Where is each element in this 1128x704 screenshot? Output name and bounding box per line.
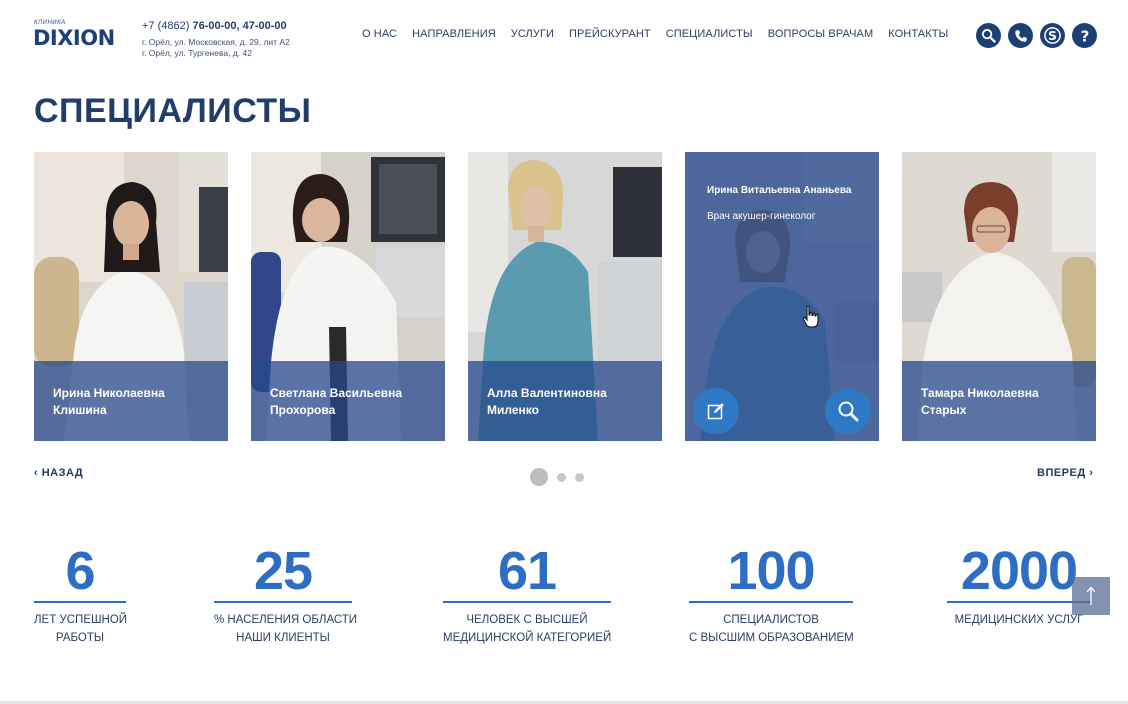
arrow-up-icon xyxy=(1086,586,1096,605)
stat-label: % НАСЕЛЕНИЯ ОБЛАСТИ НАШИ КЛИЕНТЫ xyxy=(214,611,358,647)
skype-icon: S xyxy=(1044,27,1061,44)
hand-cursor-icon xyxy=(802,305,819,328)
card-caption: Алла Валентиновна Миленко xyxy=(468,361,662,441)
phone-button[interactable] xyxy=(1008,23,1033,48)
slider-prev-button[interactable]: ‹ НАЗАД xyxy=(34,467,83,479)
stat-label: МЕДИЦИНСКИХ УСЛУГ xyxy=(947,611,1091,629)
stat-divider xyxy=(689,601,853,603)
stat-label-line1: % НАСЕЛЕНИЯ ОБЛАСТИ xyxy=(214,614,358,626)
phone-icon xyxy=(1014,29,1027,42)
nav-item-prices[interactable]: ПРЕЙСКУРАНТ xyxy=(569,28,651,40)
skype-button[interactable]: S xyxy=(1040,23,1065,48)
stat-value: 2000 xyxy=(960,541,1078,601)
stat-population: 25 % НАСЕЛЕНИЯ ОБЛАСТИ НАШИ КЛИЕНТЫ xyxy=(214,541,358,647)
nav-item-specialists[interactable]: СПЕЦИАЛИСТЫ xyxy=(666,28,753,40)
specialist-name: Тамара Николаевна Старых xyxy=(921,386,1039,417)
specialist-name: Ирина Витальевна Ананьева xyxy=(707,185,852,196)
clinic-logo[interactable]: КЛИНИКА DIXION xyxy=(33,20,123,50)
stat-years: 6 ЛЕТ УСПЕШНОЙ РАБОТЫ xyxy=(34,541,128,647)
specialist-card[interactable]: Тамара Николаевна Старых xyxy=(902,152,1096,441)
help-button[interactable]: ? xyxy=(1072,23,1097,48)
stat-value: 100 xyxy=(727,541,815,601)
search-icon xyxy=(981,28,996,43)
specialist-name: Ирина Николаевна Клишина xyxy=(53,386,165,417)
page-title: СПЕЦИАЛИСТЫ xyxy=(34,92,312,130)
card-caption: Тамара Николаевна Старых xyxy=(902,361,1096,441)
logo-text: DIXION xyxy=(33,26,115,50)
stat-label-line2: С ВЫСШИМ ОБРАЗОВАНИЕМ xyxy=(689,632,854,644)
stat-label-line1: СПЕЦИАЛИСТОВ xyxy=(723,614,819,626)
search-icon xyxy=(838,401,859,422)
stat-label-line1: МЕДИЦИНСКИХ УСЛУГ xyxy=(954,614,1084,626)
slider-next-button[interactable]: ВПЕРЕД › xyxy=(1037,467,1093,479)
nav-item-contacts[interactable]: КОНТАКТЫ xyxy=(888,28,948,40)
main-nav: О НАС НАПРАВЛЕНИЯ УСЛУГИ ПРЕЙСКУРАНТ СПЕ… xyxy=(362,28,963,40)
stat-top-category: 61 ЧЕЛОВЕК С ВЫСШЕЙ МЕДИЦИНСКОЙ КАТЕГОРИЕ… xyxy=(443,541,611,647)
slider-dot-2[interactable] xyxy=(557,472,566,482)
stat-divider xyxy=(947,601,1091,603)
chevron-right-icon: › xyxy=(1089,467,1094,479)
phone-numbers: 76-00-00, 47-00-00 xyxy=(192,20,287,32)
stat-value: 6 xyxy=(65,541,95,601)
svg-text:S: S xyxy=(1048,29,1057,43)
nav-item-services[interactable]: УСЛУГИ xyxy=(511,28,554,40)
help-icon: ? xyxy=(1080,28,1089,44)
stat-label-line2: РАБОТЫ xyxy=(55,632,105,644)
view-profile-button[interactable] xyxy=(825,388,871,434)
stat-specialists: 100 СПЕЦИАЛИСТОВ С ВЫСШИМ ОБРАЗОВАНИЕМ xyxy=(689,541,854,647)
svg-text:?: ? xyxy=(1080,28,1089,44)
phone-number[interactable]: +7 (4862) 76-00-00, 47-00-00 xyxy=(142,20,290,32)
stat-label: ЧЕЛОВЕК С ВЫСШЕЙ МЕДИЦИНСКОЙ КАТЕГОРИЕЙ xyxy=(443,611,611,647)
specialist-name: Алла Валентиновна Миленко xyxy=(487,386,607,417)
search-button[interactable] xyxy=(976,23,1001,48)
stat-label-line2: НАШИ КЛИЕНТЫ xyxy=(236,632,330,644)
card-caption: Светлана Васильевна Прохорова xyxy=(251,361,445,441)
stat-label: СПЕЦИАЛИСТОВ С ВЫСШИМ ОБРАЗОВАНИЕМ xyxy=(689,611,854,647)
specialist-card[interactable]: Алла Валентиновна Миленко xyxy=(468,152,662,441)
address-2: г. Орёл, ул. Тургенева, д. 42 xyxy=(142,48,252,58)
nav-item-questions[interactable]: ВОПРОСЫ ВРАЧАМ xyxy=(768,28,873,40)
stat-label: ЛЕТ УСПЕШНОЙ РАБОТЫ xyxy=(34,611,128,647)
specialist-card[interactable]: Ирина Николаевна Клишина xyxy=(34,152,228,441)
nav-item-directions[interactable]: НАПРАВЛЕНИЯ xyxy=(412,28,496,40)
stat-value: 25 xyxy=(253,541,313,601)
address-1: г. Орёл, ул. Московская, д. 29, лит А2 xyxy=(142,37,290,47)
phone-prefix: +7 (4862) xyxy=(142,20,193,32)
stat-divider xyxy=(214,601,352,603)
slider-dot-3[interactable] xyxy=(575,472,584,482)
scroll-to-top-button[interactable] xyxy=(1072,577,1110,615)
prev-label: НАЗАД xyxy=(41,467,84,479)
next-label: ВПЕРЕД xyxy=(1037,467,1086,479)
specialist-card-hover[interactable]: Ирина Витальевна Ананьева Врач акушер-ги… xyxy=(685,152,879,441)
specialist-position: Врач акушер-гинеколог xyxy=(707,211,816,222)
slider-dot-1[interactable] xyxy=(530,468,548,486)
header-contacts: +7 (4862) 76-00-00, 47-00-00 г. Орёл, ул… xyxy=(142,20,290,59)
chevron-left-icon: ‹ xyxy=(34,467,39,479)
edit-icon xyxy=(707,403,724,420)
header-icon-buttons: S ? xyxy=(976,23,1097,48)
card-caption: Ирина Николаевна Клишина xyxy=(34,361,228,441)
stat-divider xyxy=(34,601,126,603)
site-header: КЛИНИКА DIXION +7 (4862) 76-00-00, 47-00… xyxy=(0,0,1128,80)
stat-label-line1: ЧЕЛОВЕК С ВЫСШЕЙ xyxy=(466,614,588,626)
book-appointment-button[interactable] xyxy=(693,388,739,434)
stat-services: 2000 МЕДИЦИНСКИХ УСЛУГ xyxy=(947,541,1091,629)
stat-value: 61 xyxy=(497,541,557,601)
stat-divider xyxy=(443,601,611,603)
nav-item-about[interactable]: О НАС xyxy=(362,28,397,40)
specialist-name: Светлана Васильевна Прохорова xyxy=(270,386,403,417)
stat-label-line1: ЛЕТ УСПЕШНОЙ xyxy=(34,614,128,626)
specialist-card[interactable]: Светлана Васильевна Прохорова xyxy=(251,152,445,441)
stat-label-line2: МЕДИЦИНСКОЙ КАТЕГОРИЕЙ xyxy=(443,632,612,644)
specialists-carousel: Ирина Николаевна Клишина Светлана Василь… xyxy=(34,152,1096,441)
slider-pagination xyxy=(530,468,584,486)
